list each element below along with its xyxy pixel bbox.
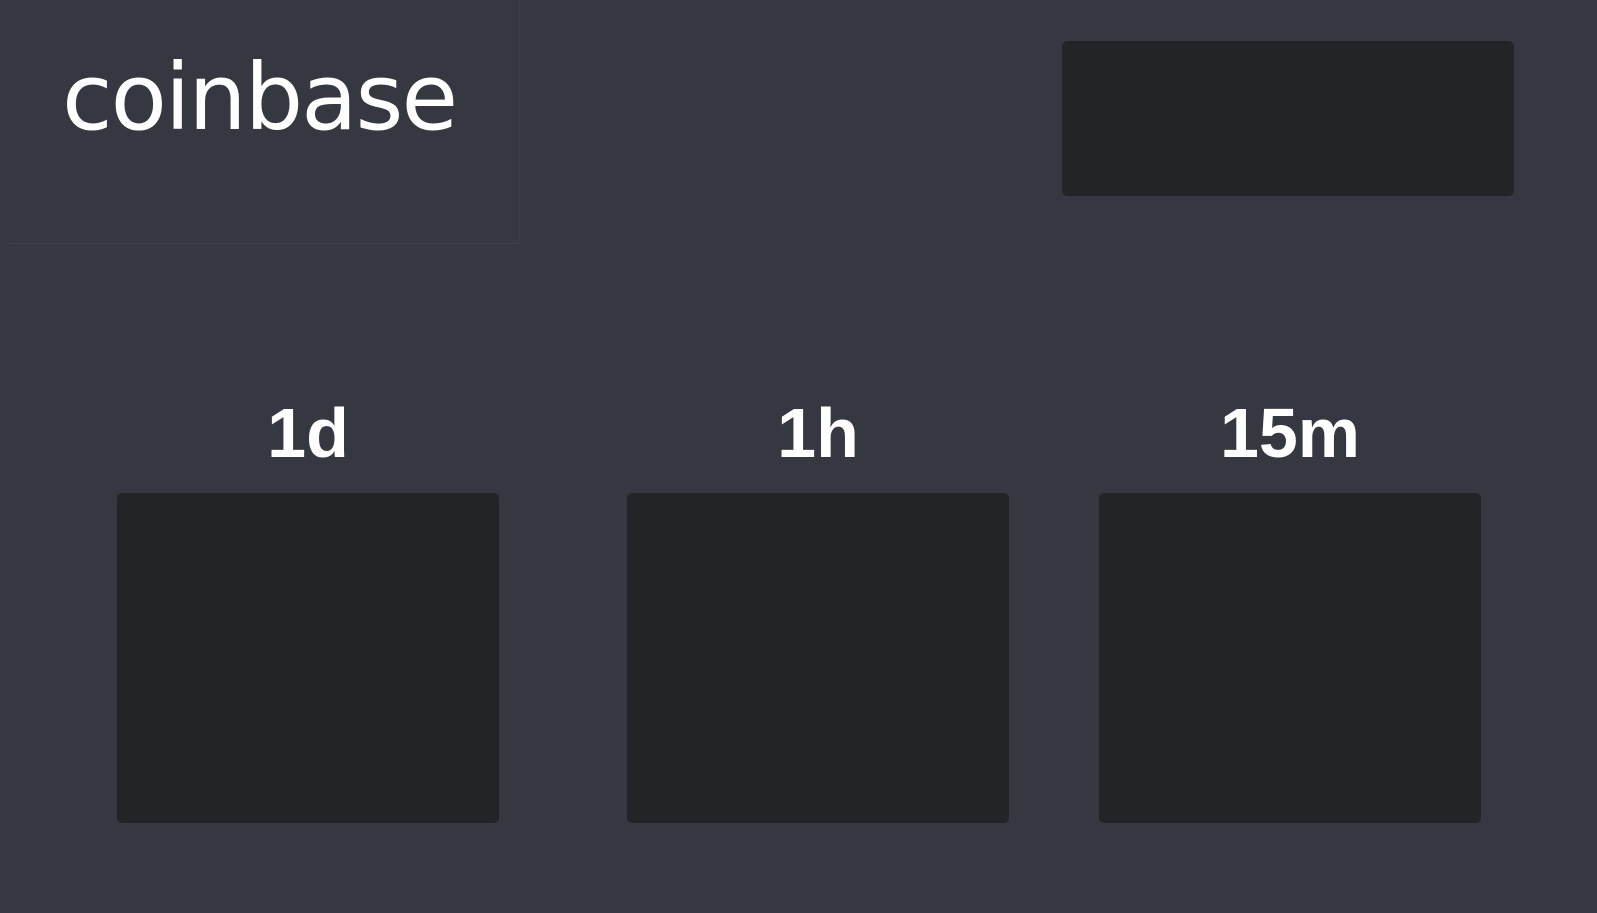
timeframe-label-1h: 1h [777,394,859,472]
header-logo-area: coinbase [10,0,520,244]
timeframe-panel-15m [1099,493,1481,823]
timeframe-panel-1d [117,493,499,823]
top-right-display-panel [1062,41,1514,196]
timeframe-label-15m: 15m [1219,394,1361,472]
timeframe-panel-1h [627,493,1009,823]
coinbase-logo: coinbase [62,44,458,151]
timeframe-label-1d: 1d [267,394,349,472]
